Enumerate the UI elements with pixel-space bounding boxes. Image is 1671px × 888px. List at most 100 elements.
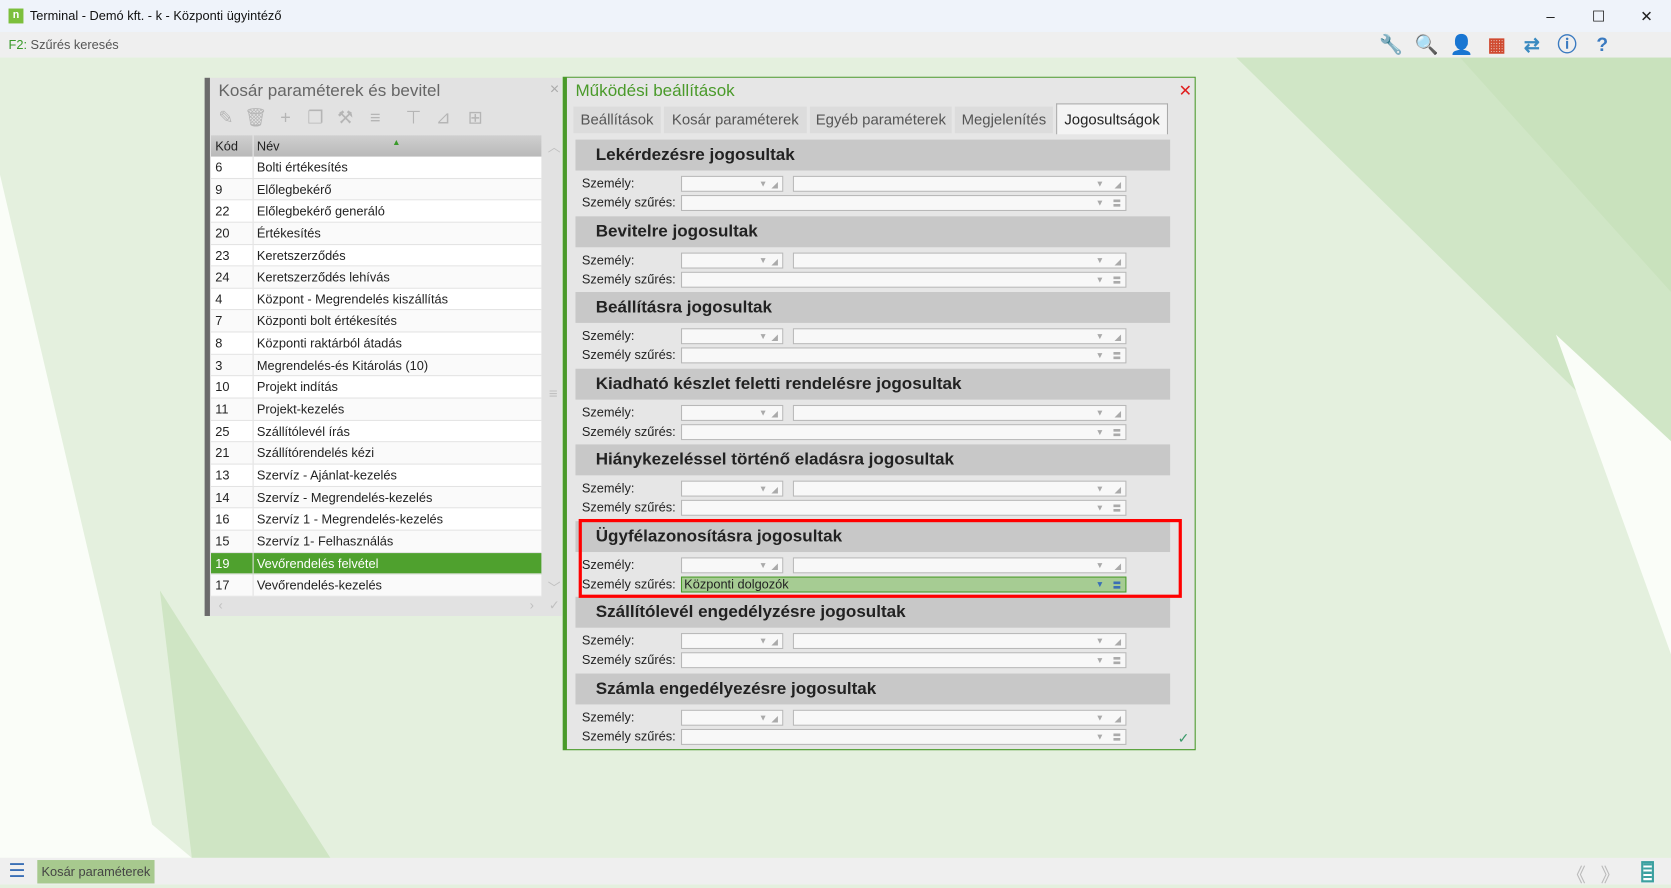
person-code-dropdown[interactable]: ▼ ◢ — [680, 480, 784, 497]
person-code-dropdown[interactable]: ▼ ◢ — [680, 252, 784, 269]
check-icon[interactable]: ✓ — [549, 598, 560, 613]
table-row[interactable]: 22 Előlegbekérő generáló — [211, 200, 542, 223]
person-filter-dropdown[interactable]: ▼ 〓 — [680, 499, 1127, 516]
table-row[interactable]: 8 Központi raktárból átadás — [211, 332, 542, 355]
close-icon[interactable]: ✕ — [1179, 81, 1192, 100]
tab-other-parameters[interactable]: Egyéb paraméterek — [809, 106, 952, 134]
person-code-dropdown[interactable]: ▼ ◢ — [680, 328, 784, 345]
tab-settings[interactable]: Beállítások — [573, 106, 661, 134]
chevron-down-icon: ▼ — [1095, 636, 1105, 646]
info-icon[interactable]: ⓘ — [1550, 33, 1585, 56]
person-name-dropdown[interactable]: ▼ ◢ — [792, 175, 1127, 192]
table-row[interactable]: 15 Szervíz 1- Felhasználás — [211, 530, 542, 553]
cell-code: 14 — [211, 486, 254, 508]
cell-code: 9 — [211, 178, 254, 200]
person-filter-dropdown[interactable]: ▼ 〓 — [680, 271, 1127, 288]
search-icon[interactable]: 🔍 — [1409, 33, 1444, 56]
add-filter-icon[interactable]: ⊞ — [463, 107, 489, 130]
person-filter-label: Személy szűrés: — [581, 195, 676, 210]
person-code-dropdown[interactable]: ▼ ◢ — [680, 633, 784, 650]
person-filter-label: Személy szűrés: — [581, 347, 676, 363]
person-label: Személy: — [581, 252, 635, 267]
scroll-left-icon[interactable]: ‹ — [218, 598, 222, 613]
table-row[interactable]: 7 Központi bolt értékesítés — [211, 310, 542, 333]
person-code-dropdown[interactable]: ▼ ◢ — [680, 404, 784, 421]
menu-icon[interactable]: ≡ — [362, 107, 388, 130]
table-row[interactable]: 16 Szervíz 1 - Megrendelés-kezelés — [211, 508, 542, 531]
cell-code: 6 — [211, 156, 254, 178]
list-icon: 〓 — [1112, 275, 1122, 286]
cell-name: Központi raktárból átadás — [256, 335, 402, 351]
person-label: Személy: — [581, 709, 635, 725]
table-row[interactable]: 9 Előlegbekérő — [211, 178, 542, 201]
help-icon[interactable]: ? — [1585, 33, 1620, 56]
wrench-icon[interactable]: 🔧 — [1374, 33, 1409, 56]
person-code-dropdown[interactable]: ▼ ◢ — [680, 709, 784, 726]
tab-basket-parameters[interactable]: Kosár paraméterek — [663, 106, 807, 134]
table-row[interactable]: 13 Szervíz - Ajánlat-kezelés — [211, 464, 542, 487]
person-filter-dropdown[interactable]: ▼ 〓 — [680, 347, 1127, 364]
confirm-check-icon[interactable]: ✓ — [1178, 730, 1190, 747]
person-filter-dropdown[interactable]: ▼ 〓 — [680, 728, 1127, 745]
taskbar-tab-basket-parameters[interactable]: Kosár paraméterek — [37, 860, 155, 884]
table-row[interactable]: 23 Keretszerződés — [211, 244, 542, 267]
panel-title: Kosár paraméterek és bevitel — [218, 82, 441, 101]
table-row[interactable]: 21 Szállítórendelés kézi — [211, 442, 542, 465]
person-label: Személy: — [581, 404, 635, 420]
scroll-up-icon[interactable]: ︿ — [548, 137, 561, 155]
user-icon[interactable]: 👤 — [1444, 33, 1479, 56]
person-filter-dropdown[interactable]: ▼ 〓 — [680, 652, 1127, 669]
cell-code: 17 — [211, 574, 254, 596]
cell-code: 10 — [211, 376, 254, 398]
table-row[interactable]: 3 Megrendelés-és Kitárolás (10) — [211, 354, 542, 377]
table-row[interactable]: 4 Központ - Megrendelés kiszállítás — [211, 288, 542, 311]
table-row[interactable]: 20 Értékesítés — [211, 222, 542, 245]
cell-name: Előlegbekérő generáló — [256, 203, 385, 219]
column-header-code[interactable]: Kód — [211, 135, 254, 157]
clear-filter-icon[interactable]: ⊿ — [431, 107, 457, 130]
person-name-dropdown[interactable]: ▼ ◢ — [792, 709, 1127, 726]
table-row[interactable]: 25 Szállítólevél írás — [211, 420, 542, 443]
person-code-dropdown[interactable]: ▼ ◢ — [680, 175, 784, 192]
person-name-dropdown[interactable]: ▼ ◢ — [792, 633, 1127, 650]
table-row[interactable]: 24 Keretszerződés lehívás — [211, 266, 542, 289]
table-row[interactable]: 6 Bolti értékesítés — [211, 156, 542, 179]
swap-icon[interactable]: ⇄ — [1514, 33, 1549, 56]
document-list-icon[interactable] — [1641, 861, 1654, 883]
delete-icon[interactable]: 🗑 — [243, 107, 269, 130]
tools-icon[interactable]: ⚒ — [332, 107, 358, 130]
resize-grip-icon: ◢ — [1114, 256, 1122, 266]
copy-icon[interactable]: ❐ — [303, 107, 329, 130]
column-header-name[interactable]: Név ▲ — [254, 135, 542, 156]
cell-name: Megrendelés-és Kitárolás (10) — [256, 357, 429, 373]
table-row[interactable]: 17 Vevőrendelés-kezelés — [211, 574, 542, 597]
person-filter-dropdown[interactable]: ▼ 〓 — [680, 423, 1127, 440]
section-title: Beállításra jogosultak — [575, 292, 1171, 323]
scroll-thumb[interactable]: ≡ — [549, 385, 558, 402]
filter-icon[interactable]: ⊤ — [401, 107, 427, 130]
close-window-button[interactable]: ✕ — [1631, 4, 1663, 27]
table-row[interactable]: 14 Szervíz - Megrendelés-kezelés — [211, 486, 542, 509]
filter-search-shortcut[interactable]: F2: Szűrés keresés — [9, 37, 119, 52]
person-name-dropdown[interactable]: ▼ ◢ — [792, 252, 1127, 269]
person-name-dropdown[interactable]: ▼ ◢ — [792, 328, 1127, 345]
edit-icon[interactable]: ✎ — [213, 107, 239, 130]
add-icon[interactable]: + — [273, 107, 299, 130]
cell-code: 21 — [211, 442, 254, 464]
tab-permissions[interactable]: Jogosultságok — [1056, 103, 1169, 135]
person-name-dropdown[interactable]: ▼ ◢ — [792, 404, 1127, 421]
tab-display[interactable]: Megjelenítés — [954, 106, 1053, 134]
close-icon[interactable]: × — [550, 80, 559, 98]
table-row[interactable]: 10 Projekt indítás — [211, 376, 542, 399]
person-name-dropdown[interactable]: ▼ ◢ — [792, 480, 1127, 497]
apps-grid-icon[interactable]: ▦ — [1479, 33, 1514, 56]
minimize-button[interactable]: – — [1535, 4, 1567, 27]
hamburger-menu-icon[interactable]: ☰ — [9, 861, 26, 880]
scroll-down-icon[interactable]: ﹀ — [548, 579, 561, 597]
scroll-right-icon[interactable]: › — [530, 598, 534, 613]
table-row[interactable]: 11 Projekt-kezelés — [211, 398, 542, 421]
person-filter-dropdown[interactable]: ▼ 〓 — [680, 195, 1127, 212]
table-row[interactable]: 19 Vevőrendelés felvétel — [211, 552, 542, 575]
maximize-button[interactable]: ☐ — [1583, 4, 1615, 27]
person-filter-label: Személy szűrés: — [581, 499, 676, 515]
